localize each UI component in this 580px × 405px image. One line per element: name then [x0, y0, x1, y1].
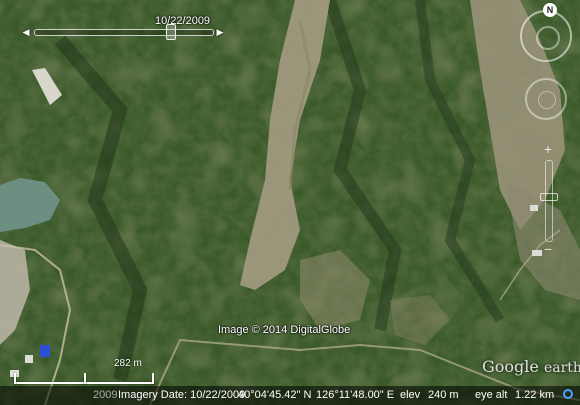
- imagery-credit: Image © 2014 DigitalGlobe: [218, 324, 351, 336]
- scale-tick: [84, 373, 86, 384]
- zoom-in-button[interactable]: +: [541, 142, 555, 156]
- step-forward-icon[interactable]: ▶: [214, 26, 226, 38]
- google-earth-logo: Google earth: [482, 357, 580, 376]
- eye-altitude-label: eye alt: [475, 389, 508, 401]
- scale-bar: 282 m: [14, 358, 164, 388]
- scale-tick: [14, 373, 16, 384]
- elevation-label: elev: [400, 389, 421, 401]
- time-slider-date: 10/22/2009: [155, 15, 211, 27]
- building: [40, 345, 50, 357]
- scale-tick: [152, 373, 154, 384]
- navigation-controls: N + −: [515, 0, 580, 260]
- time-slider[interactable]: 10/22/2009 ◀ ▶: [0, 0, 240, 46]
- time-slider-track[interactable]: [34, 29, 214, 36]
- compass-ring-icon[interactable]: [520, 10, 572, 62]
- logo-earth: earth: [543, 360, 580, 376]
- compass-center: [536, 26, 560, 50]
- look-joystick-center: [538, 91, 556, 109]
- imagery-year-overlay: 2009: [93, 389, 118, 401]
- map-view[interactable]: 10/22/2009 ◀ ▶ N + − Image © 2014 Digita…: [0, 0, 580, 405]
- satellite-imagery[interactable]: [0, 0, 580, 405]
- step-back-icon[interactable]: ◀: [20, 26, 32, 38]
- logo-google: Google: [482, 357, 539, 376]
- scale-label: 282 m: [114, 358, 142, 369]
- status-bar: Imagery Date: 10/22/2009 2009 40°04'45.4…: [0, 386, 580, 405]
- north-button[interactable]: N: [543, 3, 557, 17]
- look-joystick-icon[interactable]: [525, 78, 567, 120]
- latitude: 40°04'45.42" N: [238, 389, 312, 401]
- streaming-indicator-icon: [563, 389, 573, 399]
- zoom-slider-handle[interactable]: [540, 193, 558, 201]
- elevation-value: 240 m: [428, 389, 459, 401]
- time-slider-thumb[interactable]: [166, 24, 176, 40]
- eye-altitude-value: 1.22 km: [515, 389, 555, 401]
- imagery-date: Imagery Date: 10/22/2009: [118, 389, 246, 401]
- zoom-out-button[interactable]: −: [541, 242, 555, 256]
- longitude: 126°11'48.00" E: [316, 389, 395, 401]
- zoom-slider-track[interactable]: [545, 160, 553, 242]
